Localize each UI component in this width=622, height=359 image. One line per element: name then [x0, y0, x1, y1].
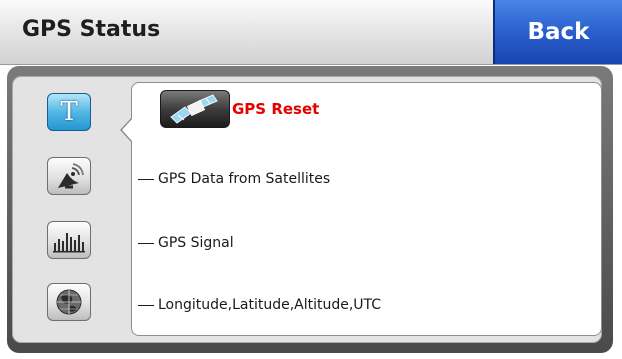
text-tab[interactable]: T [47, 93, 91, 131]
list-item-gps-signal[interactable]: GPS Signal [138, 235, 234, 251]
back-button[interactable]: Back [493, 0, 622, 64]
list-item-label: GPS Signal [158, 235, 234, 251]
gps-reset-label[interactable]: GPS Reset [232, 100, 319, 118]
text-icon: T [60, 97, 78, 127]
leader-line [138, 178, 154, 180]
satellite-data-tab[interactable] [47, 157, 91, 195]
gps-reset-button[interactable] [160, 90, 230, 128]
leader-line [138, 242, 154, 244]
list-item-label: Longitude,Latitude,Altitude,UTC [158, 297, 382, 313]
leader-line [138, 304, 154, 306]
list-item-coordinates[interactable]: Longitude,Latitude,Altitude,UTC [138, 297, 381, 313]
satellite-icon [170, 94, 218, 124]
signal-tab[interactable] [47, 221, 91, 259]
panel-pointer-fill [122, 118, 133, 142]
list-item-label: GPS Data from Satellites [158, 171, 331, 187]
globe-tab[interactable] [47, 283, 91, 321]
signal-bars-icon [53, 233, 85, 253]
satellite-dish-icon [58, 163, 84, 189]
gps-reset-row[interactable]: GPS Reset [160, 90, 319, 128]
globe-icon [56, 289, 82, 315]
title-bar: GPS Status Back [0, 0, 622, 65]
list-item-gps-data[interactable]: GPS Data from Satellites [138, 171, 330, 187]
page-title: GPS Status [22, 17, 161, 42]
